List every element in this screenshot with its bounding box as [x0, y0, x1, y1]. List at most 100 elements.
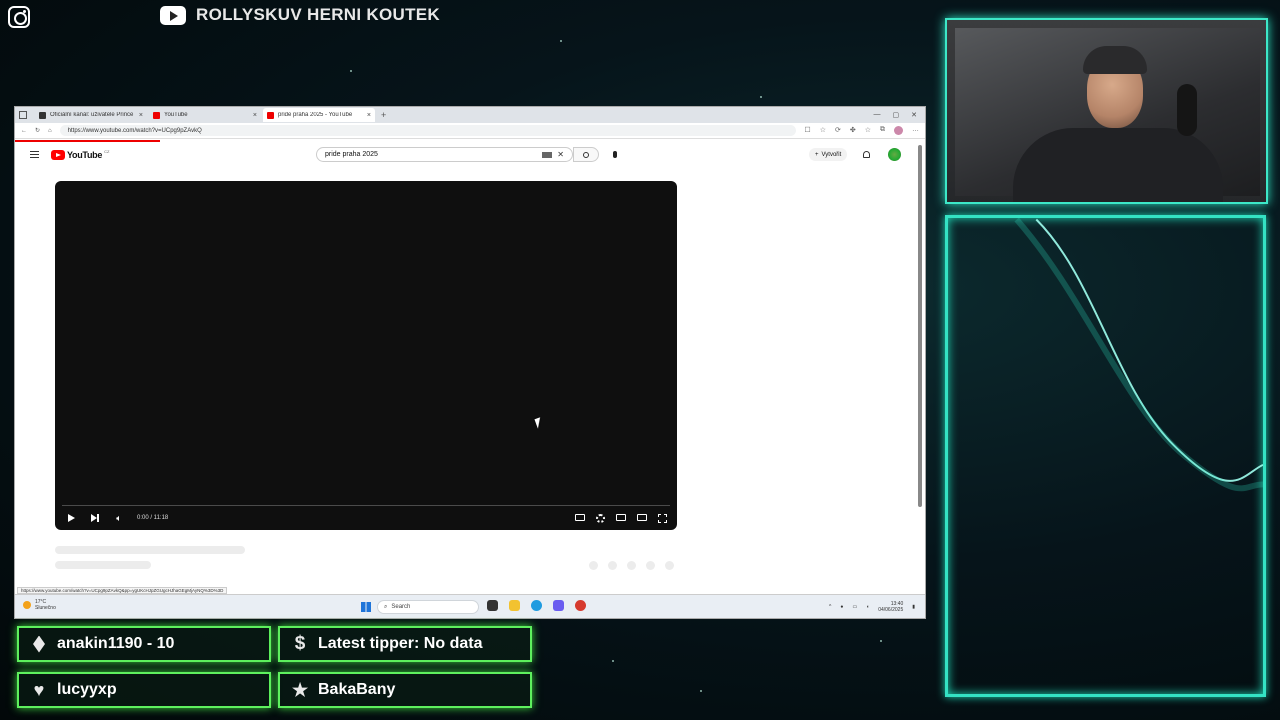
taskbar-search-label: Search	[391, 604, 411, 610]
browser-toolbar-icons: ☐ ☆ ⟳ ✤ ☆ ⧉ …	[804, 126, 919, 135]
tab-prince[interactable]: Oficiální kanál: uživatele Prince CC ×	[35, 108, 147, 122]
heart-icon: ♥	[33, 679, 45, 700]
taskbar-search[interactable]: ⌕ Search	[377, 600, 479, 614]
tab-label: pride praha 2025 - YouTube	[278, 112, 353, 118]
profile-icon[interactable]	[894, 126, 903, 135]
youtube-overlay-icon	[160, 6, 186, 25]
actions-placeholder	[589, 561, 674, 570]
home-icon[interactable]: ⌂	[48, 128, 52, 134]
file-explorer-icon[interactable]	[509, 600, 520, 611]
tab-youtube[interactable]: YouTube ×	[149, 108, 261, 122]
latest-follower-box: ♥ lucyyxp	[17, 672, 271, 708]
close-icon[interactable]: ×	[253, 112, 257, 119]
channel-title: ROLLYSKUV HERNI KOUTEK	[196, 5, 440, 24]
volume-icon[interactable]: 🔈︎	[113, 513, 125, 523]
subtitles-icon[interactable]	[575, 513, 585, 521]
windows-taskbar: 17°C Slunečno ⌕ Search ^ ● ▭ ◖ 13:40 04/…	[15, 594, 925, 618]
dollar-icon: $	[294, 633, 306, 654]
youtube-logo[interactable]: YouTube CZ	[51, 148, 110, 160]
create-label: Vytvořit	[821, 151, 842, 158]
play-button[interactable]	[65, 513, 77, 523]
play-icon	[67, 514, 75, 522]
clear-search-icon[interactable]: ✕	[557, 150, 564, 159]
settings-gear-icon[interactable]	[596, 513, 605, 523]
minimize-icon[interactable]: —	[874, 111, 881, 119]
system-tray: ^ ● ▭ ◖ 13:40 04/06/2025 ▮	[829, 601, 915, 613]
title-placeholder	[55, 546, 245, 554]
favorite-star-icon[interactable]: ☆	[820, 126, 826, 135]
network-icon[interactable]: ▭	[852, 604, 857, 610]
channel-placeholder	[55, 561, 151, 569]
search-value: pride praha 2025	[325, 151, 378, 158]
avatar[interactable]	[888, 148, 901, 161]
url-field[interactable]: https://www.youtube.com/watch?v=UCpg9pZA…	[59, 125, 797, 136]
logo-region: CZ	[104, 148, 110, 154]
create-button[interactable]: + Vytvořit	[809, 148, 848, 161]
address-bar: ← ↻ ⌂ https://www.youtube.com/watch?v=UC…	[15, 123, 925, 139]
tiktok-favicon-icon	[39, 111, 46, 119]
search-button[interactable]	[573, 147, 599, 162]
page-loading-bar	[15, 140, 160, 142]
page-scrollbar[interactable]	[918, 145, 922, 507]
microphone-tray-icon[interactable]: ●	[840, 604, 843, 610]
tab-label: YouTube	[164, 112, 188, 118]
latest-sub-text: BakaBany	[318, 681, 396, 698]
top-donor-box: anakin1190 - 10	[17, 626, 271, 662]
streamer-cap	[1083, 46, 1147, 74]
notifications-bell-icon[interactable]	[863, 151, 870, 158]
theater-mode-icon[interactable]	[637, 513, 647, 521]
webcam-feed	[955, 28, 1260, 202]
discord-icon[interactable]	[553, 600, 564, 611]
search-icon	[583, 151, 589, 158]
hamburger-menu-icon[interactable]	[30, 151, 39, 158]
plus-icon: +	[815, 151, 819, 158]
tab-pride-praha[interactable]: pride praha 2025 - YouTube ×	[263, 108, 375, 122]
video-player[interactable]: 🔈︎ 0:00 / 11:18	[55, 181, 677, 530]
window-close-icon[interactable]: ✕	[911, 111, 917, 119]
taskbar-apps	[487, 600, 586, 611]
chrome-icon[interactable]	[575, 600, 586, 611]
more-icon[interactable]: …	[912, 126, 919, 135]
weather-widget[interactable]: 17°C Slunečno	[23, 599, 56, 611]
youtube-header: YouTube CZ pride praha 2025 ✕ + Vytvořit	[15, 143, 918, 167]
weather-desc: Slunečno	[35, 605, 56, 611]
search-icon: ⌕	[384, 603, 388, 610]
close-icon[interactable]: ×	[367, 112, 371, 119]
collections-icon[interactable]: ⧉	[880, 126, 885, 135]
youtube-favicon-icon	[153, 111, 160, 119]
top-donor-text: anakin1190 - 10	[57, 635, 175, 652]
volume-tray-icon[interactable]: ◖	[866, 604, 869, 610]
back-icon[interactable]: ←	[21, 128, 27, 134]
microphone-icon[interactable]	[613, 151, 617, 158]
miniplayer-icon[interactable]	[616, 513, 626, 521]
new-tab-icon[interactable]: +	[381, 110, 386, 120]
logo-text: YouTube	[67, 150, 103, 160]
browser-window: Oficiální kanál: uživatele Prince CC × Y…	[14, 106, 926, 619]
video-time: 0:00 / 11:18	[137, 515, 169, 521]
tab-actions-icon[interactable]	[19, 111, 27, 119]
edge-icon[interactable]	[531, 600, 542, 611]
side-panel-frame	[945, 215, 1266, 697]
next-video-icon[interactable]	[89, 513, 101, 523]
status-url: https://www.youtube.com/watch?v=UCpg9pZA…	[17, 587, 228, 594]
latest-follower-text: lucyyxp	[57, 681, 117, 698]
maximize-icon[interactable]: ▢	[893, 111, 900, 119]
read-aloud-icon[interactable]: ☐	[804, 126, 810, 135]
notification-icon[interactable]: ▮	[912, 604, 915, 610]
clock[interactable]: 13:40 04/06/2025	[878, 601, 903, 613]
windows-start-icon[interactable]	[361, 602, 371, 612]
latest-tipper-box: $ Latest tipper: No data	[278, 626, 532, 662]
fullscreen-icon[interactable]	[658, 513, 667, 523]
keyboard-icon[interactable]	[542, 151, 553, 158]
webcam-frame	[945, 18, 1268, 204]
extensions-icon[interactable]: ✤	[850, 126, 856, 135]
tab-bar: Oficiální kanál: uživatele Prince CC × Y…	[15, 107, 925, 123]
search-input[interactable]: pride praha 2025 ✕	[316, 147, 573, 162]
tray-chevron-icon[interactable]: ^	[829, 604, 831, 610]
favorites-icon[interactable]: ☆	[865, 126, 871, 135]
refresh-page-icon[interactable]: ⟳	[835, 126, 841, 135]
task-view-icon[interactable]	[487, 600, 498, 611]
reload-icon[interactable]: ↻	[35, 127, 40, 134]
close-icon[interactable]: ×	[139, 112, 143, 119]
sun-icon	[23, 601, 31, 609]
